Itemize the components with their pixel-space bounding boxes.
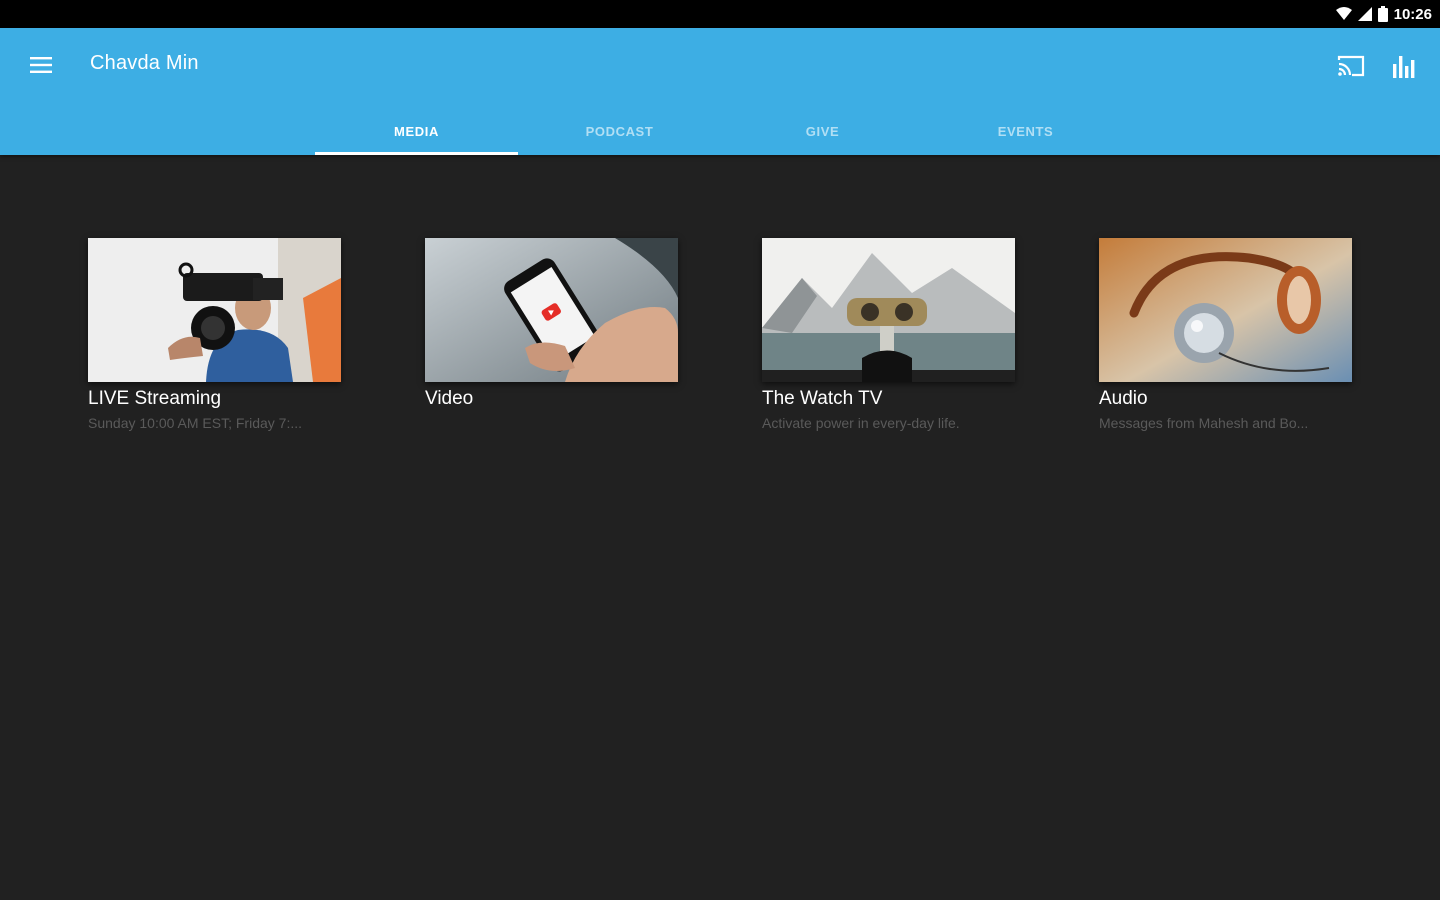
card-subtitle: Messages from Mahesh and Bo... <box>1099 415 1309 431</box>
cast-icon <box>1337 55 1365 77</box>
media-grid: LIVE Streaming Sunday 10:00 AM EST; Frid… <box>88 238 1352 432</box>
card-thumbnail <box>1099 238 1352 382</box>
stats-button[interactable] <box>1386 48 1422 84</box>
app-bar: Chavda Min MEDIA PODCAST GIVE EVENTS <box>0 28 1440 155</box>
status-time: 10:26 <box>1393 5 1432 23</box>
wifi-icon <box>1335 7 1352 20</box>
card-subtitle: Activate power in every-day life. <box>762 415 960 431</box>
tab-events[interactable]: EVENTS <box>924 108 1127 155</box>
card-title: The Watch TV <box>762 388 883 409</box>
tab-bar: MEDIA PODCAST GIVE EVENTS <box>315 108 1127 155</box>
hamburger-menu-icon <box>30 57 52 73</box>
app-title: Chavda Min <box>90 52 199 74</box>
tab-label: MEDIA <box>394 124 439 139</box>
tab-label: EVENTS <box>997 124 1054 139</box>
videographer-image <box>88 238 341 382</box>
tab-podcast[interactable]: PODCAST <box>518 108 721 155</box>
card-title: Audio <box>1099 388 1148 409</box>
headphones-image <box>1099 238 1352 382</box>
tab-media[interactable]: MEDIA <box>315 108 518 155</box>
tab-label: GIVE <box>805 124 840 139</box>
tab-label: PODCAST <box>585 124 654 139</box>
phone-youtube-image <box>425 238 678 382</box>
card-thumbnail <box>425 238 678 382</box>
card-title: Video <box>425 388 474 409</box>
signal-icon <box>1357 7 1372 21</box>
tab-give[interactable]: GIVE <box>721 108 924 155</box>
bar-chart-icon <box>1393 56 1415 78</box>
cast-button[interactable] <box>1333 48 1369 84</box>
card-video[interactable]: Video <box>425 238 678 432</box>
card-subtitle: Sunday 10:00 AM EST; Friday 7:... <box>88 415 302 431</box>
card-thumbnail <box>88 238 341 382</box>
binocular-viewer-image <box>762 238 1015 382</box>
card-title: LIVE Streaming <box>88 388 222 409</box>
status-bar: 10:26 <box>0 0 1440 28</box>
card-thumbnail <box>762 238 1015 382</box>
battery-icon <box>1377 6 1388 22</box>
card-audio[interactable]: Audio Messages from Mahesh and Bo... <box>1099 238 1352 432</box>
card-the-watch-tv[interactable]: The Watch TV Activate power in every-day… <box>762 238 1015 432</box>
card-live-streaming[interactable]: LIVE Streaming Sunday 10:00 AM EST; Frid… <box>88 238 341 432</box>
menu-button[interactable] <box>24 48 58 82</box>
